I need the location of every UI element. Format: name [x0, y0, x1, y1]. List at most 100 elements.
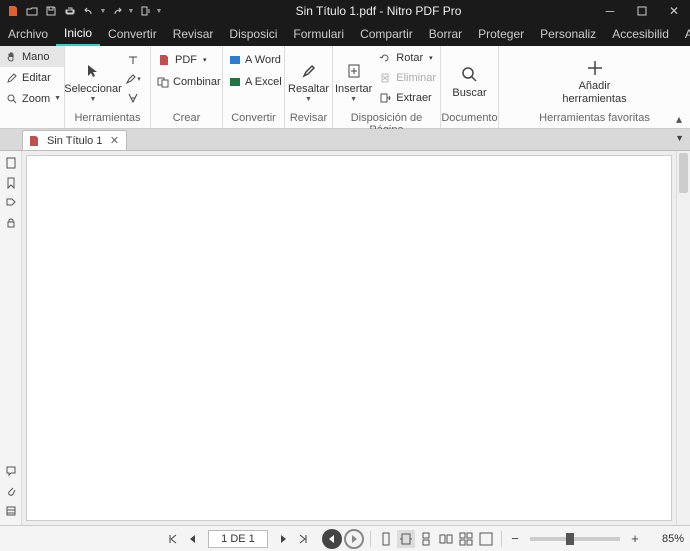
tags-panel-icon[interactable]: [3, 195, 19, 211]
layers-panel-icon[interactable]: [3, 503, 19, 519]
edit-label: Editar: [22, 72, 51, 84]
text-tool-icon[interactable]: [125, 52, 141, 68]
document-tab[interactable]: Sin Título 1 ✕: [22, 130, 127, 150]
next-page-button[interactable]: [274, 530, 292, 548]
tab-compartir[interactable]: Compartir: [352, 22, 421, 46]
group-disposicion-label: Disposición de Página: [333, 112, 440, 128]
zoom-out-button[interactable]: −: [508, 531, 522, 546]
undo-dropdown-icon[interactable]: ▼: [99, 8, 107, 15]
left-sidebar: [0, 151, 22, 525]
collapse-ribbon-icon[interactable]: ▴: [672, 112, 686, 126]
document-tab-title: Sin Título 1: [47, 135, 102, 147]
bookmarks-panel-icon[interactable]: [3, 175, 19, 191]
to-word-button[interactable]: A Word: [225, 50, 282, 70]
pen-tool-icon[interactable]: ▾: [125, 71, 141, 87]
zoom-level[interactable]: 85%: [644, 533, 684, 545]
nav-forward-button[interactable]: [344, 529, 364, 549]
fit-width-icon[interactable]: [397, 530, 415, 548]
single-page-view-icon[interactable]: [377, 530, 395, 548]
facing-continuous-icon[interactable]: [457, 530, 475, 548]
save-icon[interactable]: [42, 2, 60, 20]
tab-accesibilidad[interactable]: Accesibilid: [604, 22, 677, 46]
rotate-icon: [378, 51, 392, 65]
zoom-label: Zoom: [22, 93, 50, 105]
rotate-button[interactable]: Rotar ▾: [374, 48, 440, 68]
separator-2: [501, 531, 502, 547]
zoom-tool[interactable]: Zoom ▼: [0, 88, 64, 109]
tab-archivo[interactable]: Archivo: [0, 22, 56, 46]
tab-convertir[interactable]: Convertir: [100, 22, 165, 46]
prev-page-button[interactable]: [184, 530, 202, 548]
add-tools-button[interactable]: Añadir herramientas: [499, 46, 690, 112]
combine-label: Combinar: [173, 76, 221, 88]
search-button[interactable]: Buscar: [441, 46, 498, 112]
nav-back-button[interactable]: [322, 529, 342, 549]
typewriter-tool-icon[interactable]: [125, 90, 141, 106]
pages-panel-icon[interactable]: [3, 155, 19, 171]
cursor-icon: [85, 60, 101, 82]
select-button[interactable]: Seleccionar ▼: [65, 46, 121, 112]
close-button[interactable]: ✕: [658, 0, 690, 22]
qat-customize-icon[interactable]: ▼: [155, 8, 163, 15]
pdf-label: PDF: [175, 54, 197, 66]
edit-tool[interactable]: Editar: [0, 67, 64, 88]
properties-icon[interactable]: [136, 2, 154, 20]
tab-disposicion[interactable]: Disposici: [221, 22, 285, 46]
comments-panel-icon[interactable]: [3, 463, 19, 479]
minimize-button[interactable]: ─: [594, 0, 626, 22]
window-controls: ─ ✕: [594, 0, 690, 22]
last-page-button[interactable]: [294, 530, 312, 548]
page-indicator[interactable]: 1 DE 1: [208, 530, 268, 548]
app-icon[interactable]: [4, 2, 22, 20]
page-canvas[interactable]: [26, 155, 672, 521]
extract-button[interactable]: Extraer: [374, 88, 440, 108]
continuous-view-icon[interactable]: [417, 530, 435, 548]
facing-view-icon[interactable]: [437, 530, 455, 548]
zoom-dropdown-icon: ▼: [54, 95, 61, 102]
undo-icon[interactable]: [80, 2, 98, 20]
combine-button[interactable]: Combinar: [153, 72, 220, 92]
close-tab-icon[interactable]: ✕: [108, 135, 120, 147]
redo-dropdown-icon[interactable]: ▼: [127, 8, 135, 15]
zoom-slider-handle[interactable]: [566, 533, 574, 545]
zoom-in-button[interactable]: +: [628, 531, 642, 546]
group-revisar-label: Revisar: [285, 112, 332, 128]
highlight-button[interactable]: Resaltar ▼: [285, 46, 332, 112]
pdf-button[interactable]: PDF ▾: [153, 50, 220, 70]
hand-tool[interactable]: Mano: [0, 46, 64, 67]
zoom-slider[interactable]: [530, 537, 620, 541]
group-herramientas-label: Herramientas: [65, 112, 150, 128]
to-excel-button[interactable]: A Excel: [225, 72, 282, 92]
tab-revisar[interactable]: Revisar: [165, 22, 222, 46]
maximize-button[interactable]: [626, 0, 658, 22]
first-page-button[interactable]: [164, 530, 182, 548]
tab-personalizar[interactable]: Personaliz: [532, 22, 604, 46]
insert-button[interactable]: Insertar ▼: [333, 46, 374, 112]
menu-bar: Archivo Inicio Convertir Revisar Disposi…: [0, 22, 690, 46]
group-convertir-label: Convertir: [223, 112, 284, 128]
scrollbar-thumb[interactable]: [679, 153, 688, 193]
to-word-label: A Word: [245, 54, 281, 66]
hand-icon: [6, 51, 18, 63]
tabs-dropdown-icon[interactable]: ▼: [675, 133, 684, 143]
status-bar: 1 DE 1 − + 85%: [0, 525, 690, 551]
view-mode-group: Mano Editar Zoom ▼: [0, 46, 65, 128]
tab-proteger[interactable]: Proteger: [470, 22, 532, 46]
add-tools-label-1: Añadir: [579, 80, 611, 92]
group-herramientas: Seleccionar ▼ ▾ Herramientas: [65, 46, 151, 128]
tab-ayuda[interactable]: Ayuda: [677, 22, 690, 46]
tab-inicio[interactable]: Inicio: [56, 22, 100, 46]
tab-formularios[interactable]: Formulari: [285, 22, 352, 46]
attachments-panel-icon[interactable]: [3, 483, 19, 499]
print-icon[interactable]: [61, 2, 79, 20]
redo-icon[interactable]: [108, 2, 126, 20]
tab-borrar[interactable]: Borrar: [421, 22, 470, 46]
open-icon[interactable]: [23, 2, 41, 20]
group-crear-label: Crear: [151, 112, 222, 128]
hand-label: Mano: [22, 51, 50, 63]
fullscreen-icon[interactable]: [477, 530, 495, 548]
vertical-scrollbar[interactable]: [676, 151, 690, 525]
highlight-label: Resaltar: [288, 83, 329, 95]
edit-icon: [6, 72, 18, 84]
security-panel-icon[interactable]: [3, 215, 19, 231]
